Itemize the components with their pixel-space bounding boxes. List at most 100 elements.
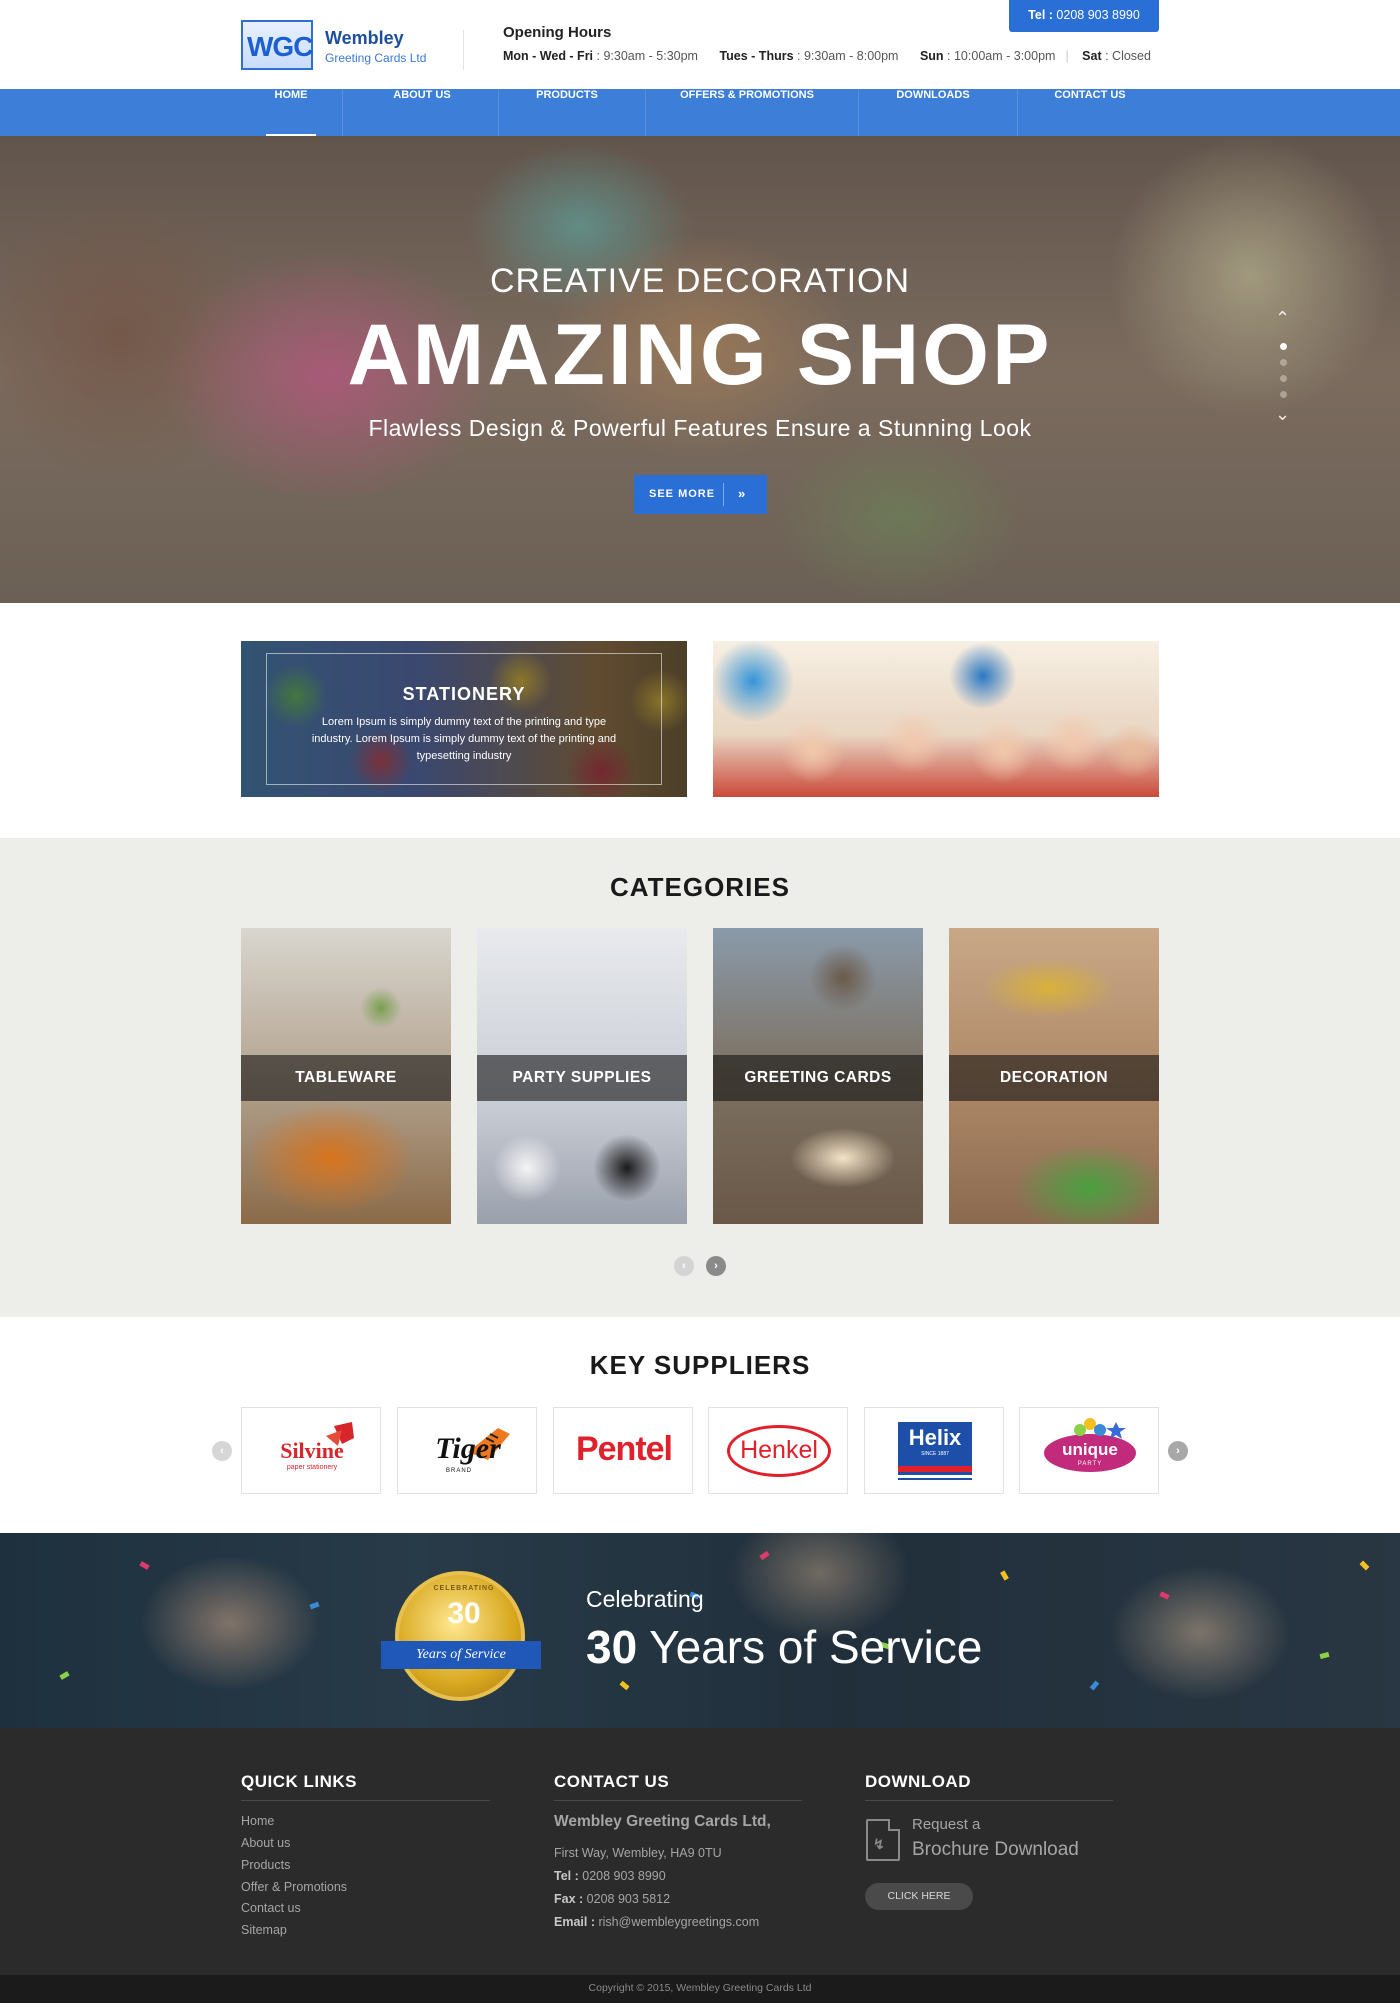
supplier-name: Henkel: [740, 1436, 818, 1464]
supplier-tag: SINCE 1887: [921, 1451, 949, 1457]
footer-link-contact[interactable]: Contact us: [241, 1901, 301, 1915]
supplier-name: Tiger: [435, 1432, 501, 1465]
suppliers-title: KEY SUPPLIERS: [589, 1350, 811, 1380]
footer-tel: Tel : 0208 903 8990: [554, 1869, 666, 1883]
category-card-tableware[interactable]: TABLEWARE: [241, 928, 451, 1224]
see-more-label: SEE MORE: [649, 488, 716, 500]
category-label: DECORATION: [999, 1069, 1109, 1086]
slider-dot[interactable]: [1280, 359, 1287, 366]
nav-divider: [858, 89, 859, 136]
supplier-logo-helix[interactable]: Helix SINCE 1887: [864, 1407, 1004, 1494]
categories-section: [0, 838, 1400, 1317]
nav-divider: [498, 89, 499, 136]
years-of-service-text: 30 Years of Service: [586, 1621, 983, 1673]
nav-divider: [342, 89, 343, 136]
footer-link-sitemap[interactable]: Sitemap: [241, 1923, 287, 1937]
supplier-name: Silvine: [280, 1438, 344, 1463]
hours-time: Closed: [1112, 49, 1151, 63]
hours-days: Tues - Thurs: [719, 49, 794, 63]
stationery-promo[interactable]: STATIONERY Lorem Ipsum is simply dummy t…: [241, 641, 687, 797]
nav-divider: [1017, 89, 1018, 136]
suppliers-prev-button[interactable]: ‹: [212, 1441, 232, 1461]
tel-number: 0208 903 8990: [1056, 8, 1140, 22]
site-header: WGC Wembley Greeting Cards Ltd Opening H…: [0, 0, 1400, 89]
footer-link-offers[interactable]: Offer & Promotions: [241, 1880, 347, 1894]
promo-text: Lorem Ipsum is simply dummy text of the …: [311, 716, 617, 762]
carousel-prev-button[interactable]: ‹: [674, 1256, 694, 1276]
footer-link-about[interactable]: About us: [241, 1836, 290, 1850]
suppliers-next-button[interactable]: ›: [1168, 1441, 1188, 1461]
supplier-name: Helix: [908, 1425, 962, 1450]
logo[interactable]: WGC Wembley Greeting Cards Ltd: [241, 18, 441, 72]
hours-time: 9:30am - 8:00pm: [803, 49, 899, 63]
chevron-left-icon: ‹: [220, 1445, 224, 1457]
footer-email: Email : rish@wembleygreetings.com: [554, 1915, 760, 1929]
copyright: Copyright © 2015, Wembley Greeting Cards…: [0, 1975, 1400, 2003]
footer-contact-title: CONTACT US: [554, 1772, 670, 1791]
email-link[interactable]: rish@wembleygreetings.com: [598, 1915, 759, 1929]
celebrating-text: Celebrating: [586, 1586, 704, 1612]
supplier-logo-tiger[interactable]: Tiger BRAND: [397, 1407, 537, 1494]
category-card-party-supplies[interactable]: PARTY SUPPLIES: [477, 928, 687, 1224]
download-title: DOWNLOAD: [865, 1772, 971, 1791]
hero-title: AMAZING SHOP: [347, 307, 1053, 403]
supplier-logo-henkel[interactable]: Henkel: [708, 1407, 848, 1494]
hours-days: Sun: [919, 49, 944, 63]
footer-link-products[interactable]: Products: [241, 1858, 290, 1872]
nav-item-about[interactable]: ABOUT US: [372, 89, 472, 136]
chevron-left-icon: ‹: [682, 1260, 686, 1272]
category-card-greeting-cards[interactable]: GREETING CARDS: [713, 928, 923, 1224]
supplier-tag: BRAND: [446, 1468, 473, 1474]
opening-hours: Mon - Wed - Fri : 9:30am - 5:30pm Tues -…: [503, 49, 1151, 63]
nav-item-downloads[interactable]: DOWNLOADS: [878, 89, 988, 136]
chevron-down-icon[interactable]: ⌄: [1275, 404, 1290, 425]
slider-dot[interactable]: [1280, 375, 1287, 382]
supplier-tag: PARTY: [1077, 1461, 1103, 1467]
supplier-logo-silvine[interactable]: Silvine paper stationery: [241, 1407, 381, 1494]
telephone-button[interactable]: Tel : 0208 903 8990: [1009, 0, 1159, 32]
brochure-download-text: Brochure Download: [912, 1839, 1079, 1860]
hours-days: Sat: [1082, 49, 1102, 63]
quick-links-title: QUICK LINKS: [241, 1772, 357, 1791]
nav-item-offers[interactable]: OFFERS & PROMOTIONS: [665, 89, 829, 136]
click-here-button[interactable]: CLICK HERE: [865, 1883, 973, 1910]
badge-ribbon: Years of Service: [381, 1641, 541, 1669]
hero-subtitle: Flawless Design & Powerful Features Ensu…: [368, 415, 1032, 441]
nav-divider: [645, 89, 646, 136]
hours-days: Mon - Wed - Fri: [503, 49, 594, 63]
nav-item-home[interactable]: HOME: [266, 89, 316, 136]
nav-item-products[interactable]: PRODUCTS: [518, 89, 616, 136]
carousel-next-button[interactable]: ›: [706, 1256, 726, 1276]
logo-mark: WGC: [241, 20, 313, 70]
nav-item-contact[interactable]: CONTACT US: [1037, 89, 1143, 136]
opening-hours-title: Opening Hours: [503, 24, 612, 41]
hero-kicker: CREATIVE DECORATION: [489, 262, 911, 300]
anniversary-badge: CELEBRATING 30 Years of Service: [381, 1571, 541, 1701]
logo-subtitle: Greeting Cards Ltd: [325, 51, 427, 65]
party-kids-image[interactable]: [713, 641, 1159, 797]
category-label: TABLEWARE: [295, 1069, 397, 1086]
chevron-up-icon[interactable]: ⌃: [1275, 308, 1290, 329]
badge-top-text: CELEBRATING: [433, 1585, 495, 1592]
categories-title: CATEGORIES: [610, 872, 790, 902]
category-label: PARTY SUPPLIES: [512, 1069, 652, 1086]
request-text: Request a: [912, 1816, 981, 1833]
slider-dot[interactable]: [1280, 343, 1287, 350]
chevron-right-icon: ›: [714, 1260, 718, 1272]
main-nav: HOME ABOUT US PRODUCTS OFFERS & PROMOTIO…: [0, 89, 1400, 136]
supplier-logo-unique[interactable]: unique PARTY: [1019, 1407, 1159, 1494]
header-divider: [463, 30, 464, 70]
footer-fax: Fax : 0208 903 5812: [554, 1892, 671, 1906]
slider-dot[interactable]: [1280, 391, 1287, 398]
supplier-name: Pentel: [575, 1430, 673, 1468]
see-more-button[interactable]: SEE MORE »: [634, 475, 767, 514]
supplier-logo-pentel[interactable]: Pentel: [553, 1407, 693, 1494]
supplier-name: unique: [1062, 1440, 1118, 1459]
footer-company-name: Wembley Greeting Cards Ltd,: [554, 1813, 771, 1830]
chevron-right-icon: ›: [1176, 1445, 1180, 1457]
hours-time: 10:00am - 3:00pm: [953, 49, 1056, 63]
footer-address: First Way, Wembley, HA9 0TU: [554, 1846, 722, 1860]
category-card-decoration[interactable]: DECORATION: [949, 928, 1159, 1224]
promo-title: STATIONERY: [402, 684, 526, 704]
footer-link-home[interactable]: Home: [241, 1814, 274, 1828]
